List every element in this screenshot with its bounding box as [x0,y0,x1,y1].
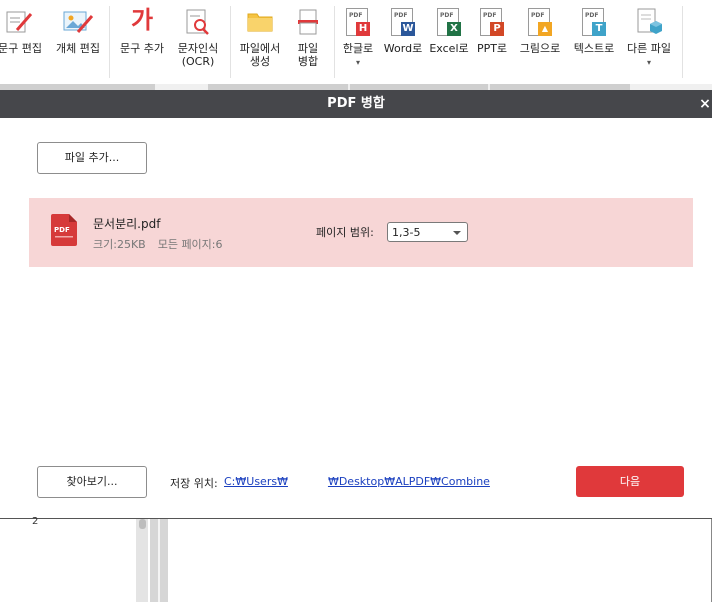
hwp-icon: PDF H [346,8,370,36]
pdf-tag: PDF [585,12,599,19]
add-text-label: 문구 추가 [120,42,164,55]
excel-badge: X [447,22,461,36]
add-text-button[interactable]: 가 문구 추가 [113,0,171,80]
file-list-item[interactable]: PDF 문서분리.pdf 크기:25KB 모든 페이지:6 페이지 범위: 1,3… [29,198,693,267]
scrollbar-thumb[interactable] [139,519,146,529]
save-location-label: 저장 위치: [170,477,218,490]
convert-ppt-label: PPT로 [476,42,508,55]
ppt-badge: P [490,22,504,36]
convert-text-label: 텍스트로 [573,42,615,55]
convert-text-button[interactable]: PDF T 텍스트로 [568,0,620,80]
pdf-tag: PDF [440,12,454,19]
word-badge: W [401,22,415,36]
page-range-label: 페이지 범위: [316,226,374,239]
file-size: 크기:25KB [93,238,146,251]
edit-object-icon [62,8,94,39]
chevron-down-icon[interactable]: ▾ [336,56,380,69]
dialog-title: PDF 병합 [0,90,712,118]
ribbon-separator [334,6,335,78]
text-badge: T [592,22,606,36]
convert-excel-label: Excel로 [429,42,469,55]
scrollbar[interactable] [136,519,148,602]
ribbon-toolbar: 문구 편집 개체 편집 가 문구 추가 문자인식 (OCR) 파일에서 생성 파… [0,0,712,85]
page-panel-divider [158,519,160,602]
folder-icon [246,8,274,37]
save-path-link[interactable]: C:₩Users₩ ₩Desktop₩ALPDF₩Combine [224,475,490,488]
convert-hwp-label: 한글로 [342,42,374,55]
file-page-count: 모든 페이지:6 [157,238,223,251]
close-icon[interactable]: × [698,90,712,118]
pdf-tag: PDF [349,12,363,19]
convert-word-label: Word로 [383,42,423,55]
chevron-down-icon[interactable]: ▾ [622,56,676,69]
hwp-badge: H [356,22,370,36]
excel-icon: PDF X [437,8,461,36]
add-text-glyph: 가 [130,6,154,34]
add-text-icon: 가 [131,6,153,34]
document-viewer [0,519,712,602]
convert-other-label: 다른 파일 [627,42,671,55]
pdf-icon-text: PDF [54,226,70,234]
edit-object-label: 개체 편집 [56,42,100,55]
convert-other-button[interactable]: 다른 파일 ▾ [622,0,676,80]
image-badge: ▲ [538,22,552,36]
page-number: 2 [32,516,39,527]
edit-text-label: 문구 편집 [0,42,42,55]
ribbon-separator [109,6,110,78]
file-meta: 크기:25KB 모든 페이지:6 [93,236,223,252]
edit-object-button[interactable]: 개체 편집 [50,0,106,80]
ppt-icon: PDF P [480,8,504,36]
ocr-label-line1: 문자인식 [177,42,219,55]
chevron-down-icon [453,231,461,235]
convert-image-label: 그림으로 [519,42,561,55]
convert-word-button[interactable]: PDF W Word로 [380,0,426,80]
other-file-icon [636,8,662,39]
convert-image-button[interactable]: PDF ▲ 그림으로 [514,0,566,80]
word-icon: PDF W [391,8,415,36]
browse-button[interactable]: 찾아보기... [37,466,147,498]
ocr-icon [184,8,212,39]
add-file-button[interactable]: 파일 추가... [37,142,147,174]
ocr-button[interactable]: 문자인식 (OCR) [172,0,224,80]
edit-text-icon [5,8,35,39]
create-from-file-line2: 생성 [249,55,271,68]
merge-icon [295,8,321,39]
convert-ppt-button[interactable]: PDF P PPT로 [472,0,512,80]
merge-files-label: 파일 병합 [286,42,330,68]
merge-dialog: 파일 추가... PDF 문서분리.pdf 크기:25KB 모든 페이지:6 페이… [0,118,712,519]
ribbon-separator [230,6,231,78]
convert-hwp-button[interactable]: PDF H 한글로 ▾ [336,0,380,80]
pdf-tag: PDF [394,12,408,19]
merge-files-button[interactable]: 파일 병합 [286,0,330,80]
page-range-value: 1,3-5 [392,226,421,239]
pdf-tag: PDF [483,12,497,19]
image-icon: PDF ▲ [528,8,552,36]
ocr-label: 문자인식 (OCR) [172,42,224,68]
edit-text-button[interactable]: 문구 편집 [0,0,46,80]
text-icon: PDF T [582,8,606,36]
merge-files-line2: 병합 [297,55,319,68]
ribbon-separator [682,6,683,78]
pdf-tag: PDF [531,12,545,19]
save-path-end: ₩Desktop₩ALPDF₩Combine [327,475,490,488]
convert-excel-button[interactable]: PDF X Excel로 [426,0,472,80]
create-from-file-line1: 파일에서 [239,42,281,55]
create-from-file-label: 파일에서 생성 [234,42,286,68]
next-button[interactable]: 다음 [576,466,684,497]
page-range-select[interactable]: 1,3-5 [387,222,468,242]
pdf-file-icon: PDF [51,214,77,246]
file-name: 문서분리.pdf [93,217,161,231]
save-path-start: C:₩Users₩ [224,475,288,488]
merge-files-line1: 파일 [297,42,319,55]
ocr-label-line2: (OCR) [181,55,215,68]
create-from-file-button[interactable]: 파일에서 생성 [234,0,286,80]
